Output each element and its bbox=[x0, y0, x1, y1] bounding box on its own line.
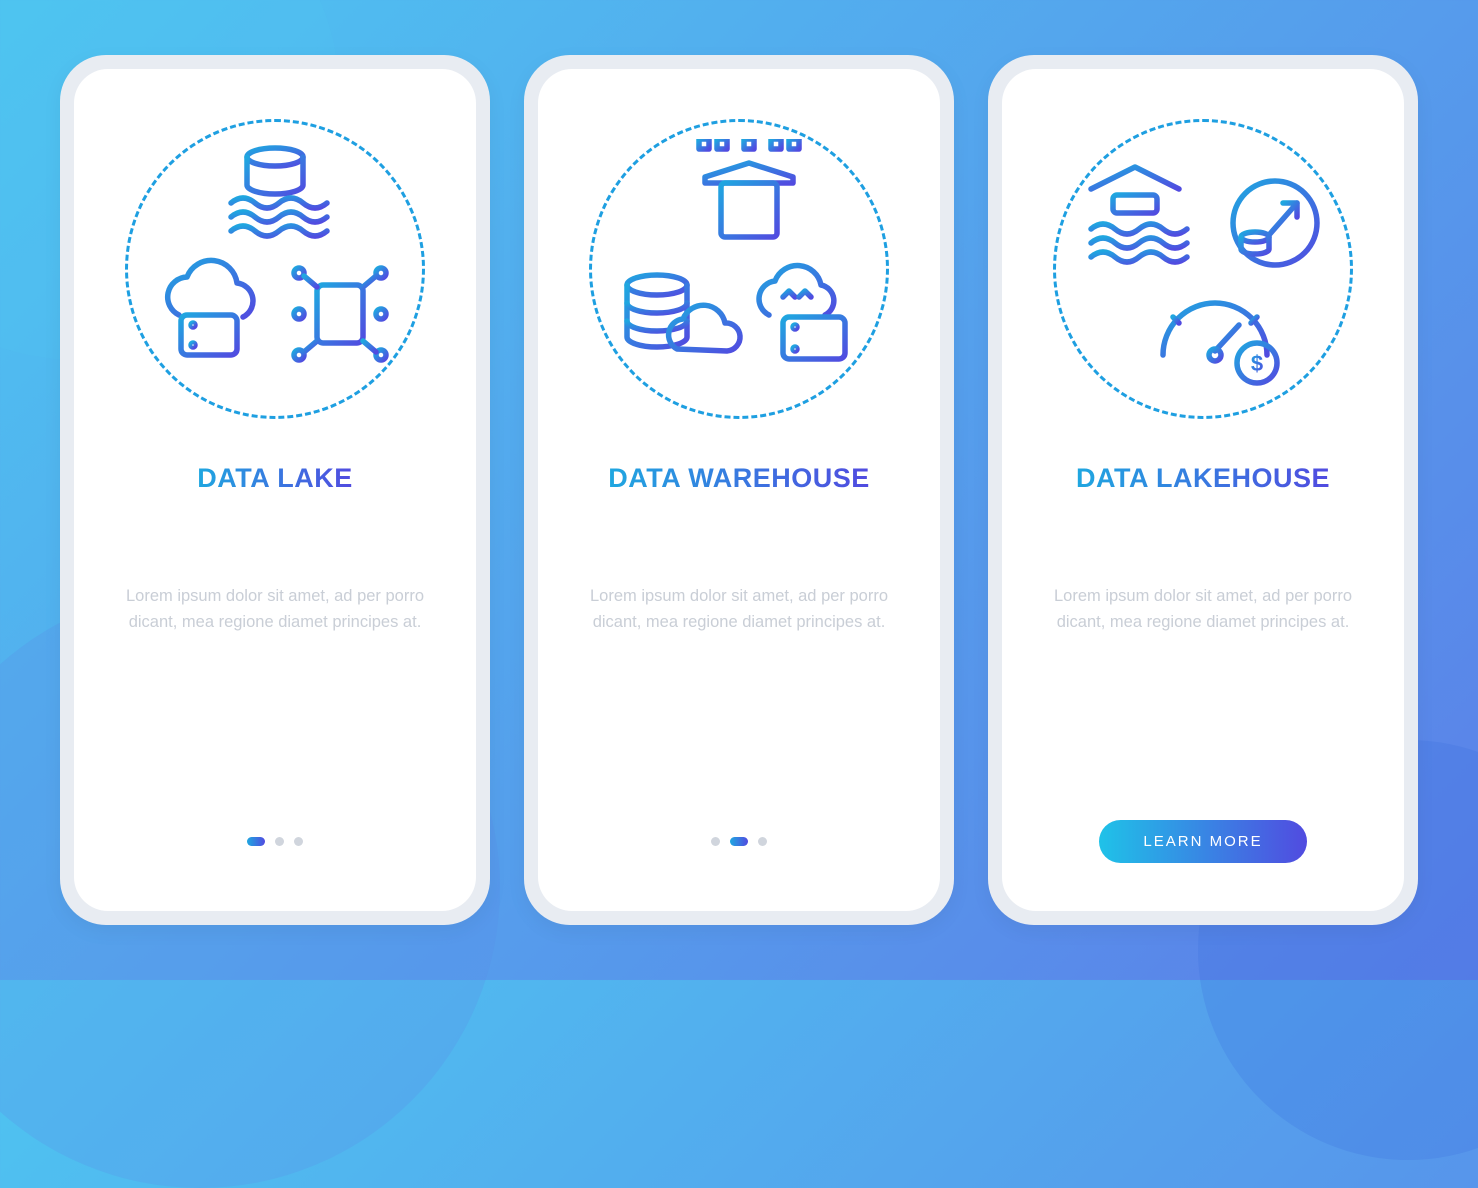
screen-title: DATA WAREHOUSE bbox=[608, 463, 870, 494]
page-dot-3[interactable] bbox=[758, 837, 767, 846]
cloud-upload-server-icon bbox=[759, 266, 845, 359]
screen-description: Lorem ipsum dolor sit amet, ad per porro… bbox=[1048, 584, 1358, 635]
onboarding-carousel: DATA LAKE Lorem ipsum dolor sit amet, ad… bbox=[60, 55, 1418, 925]
phone-frame-3: $ DATA LAKEHOUSE Lorem ipsum dolor sit a… bbox=[988, 55, 1418, 925]
data-warehouse-illustration bbox=[609, 139, 869, 399]
illustration-circle bbox=[589, 119, 889, 419]
data-lakehouse-illustration: $ bbox=[1073, 139, 1333, 399]
phone-frame-2: DATA WAREHOUSE Lorem ipsum dolor sit ame… bbox=[524, 55, 954, 925]
growth-circle-icon bbox=[1233, 181, 1317, 265]
house-waves-icon bbox=[1091, 167, 1187, 262]
illustration-circle bbox=[125, 119, 425, 419]
screen-title: DATA LAKEHOUSE bbox=[1076, 463, 1330, 494]
page-dot-3[interactable] bbox=[294, 837, 303, 846]
page-dot-2[interactable] bbox=[275, 837, 284, 846]
page-dot-2[interactable] bbox=[730, 837, 748, 846]
cloud-server-icon bbox=[168, 260, 253, 355]
svg-text:$: $ bbox=[1251, 351, 1263, 376]
page-dot-1[interactable] bbox=[711, 837, 720, 846]
illustration-circle: $ bbox=[1053, 119, 1353, 419]
database-cloud-icon bbox=[627, 275, 740, 351]
cost-gauge-icon: $ bbox=[1163, 303, 1277, 383]
database-waves-icon bbox=[231, 148, 327, 236]
page-indicator[interactable] bbox=[247, 837, 303, 846]
screen-title: DATA LAKE bbox=[197, 463, 352, 494]
onboarding-screen-2[interactable]: DATA WAREHOUSE Lorem ipsum dolor sit ame… bbox=[538, 69, 940, 911]
page-dot-1[interactable] bbox=[247, 837, 265, 846]
page-indicator[interactable] bbox=[711, 837, 767, 846]
learn-more-button[interactable]: LEARN MORE bbox=[1099, 820, 1306, 863]
data-lake-illustration bbox=[145, 139, 405, 399]
onboarding-screen-3[interactable]: $ DATA LAKEHOUSE Lorem ipsum dolor sit a… bbox=[1002, 69, 1404, 911]
network-server-icon bbox=[294, 268, 386, 360]
warehouse-network-icon bbox=[699, 139, 799, 237]
screen-description: Lorem ipsum dolor sit amet, ad per porro… bbox=[584, 584, 894, 635]
phone-frame-1: DATA LAKE Lorem ipsum dolor sit amet, ad… bbox=[60, 55, 490, 925]
onboarding-screen-1[interactable]: DATA LAKE Lorem ipsum dolor sit amet, ad… bbox=[74, 69, 476, 911]
screen-description: Lorem ipsum dolor sit amet, ad per porro… bbox=[120, 584, 430, 635]
